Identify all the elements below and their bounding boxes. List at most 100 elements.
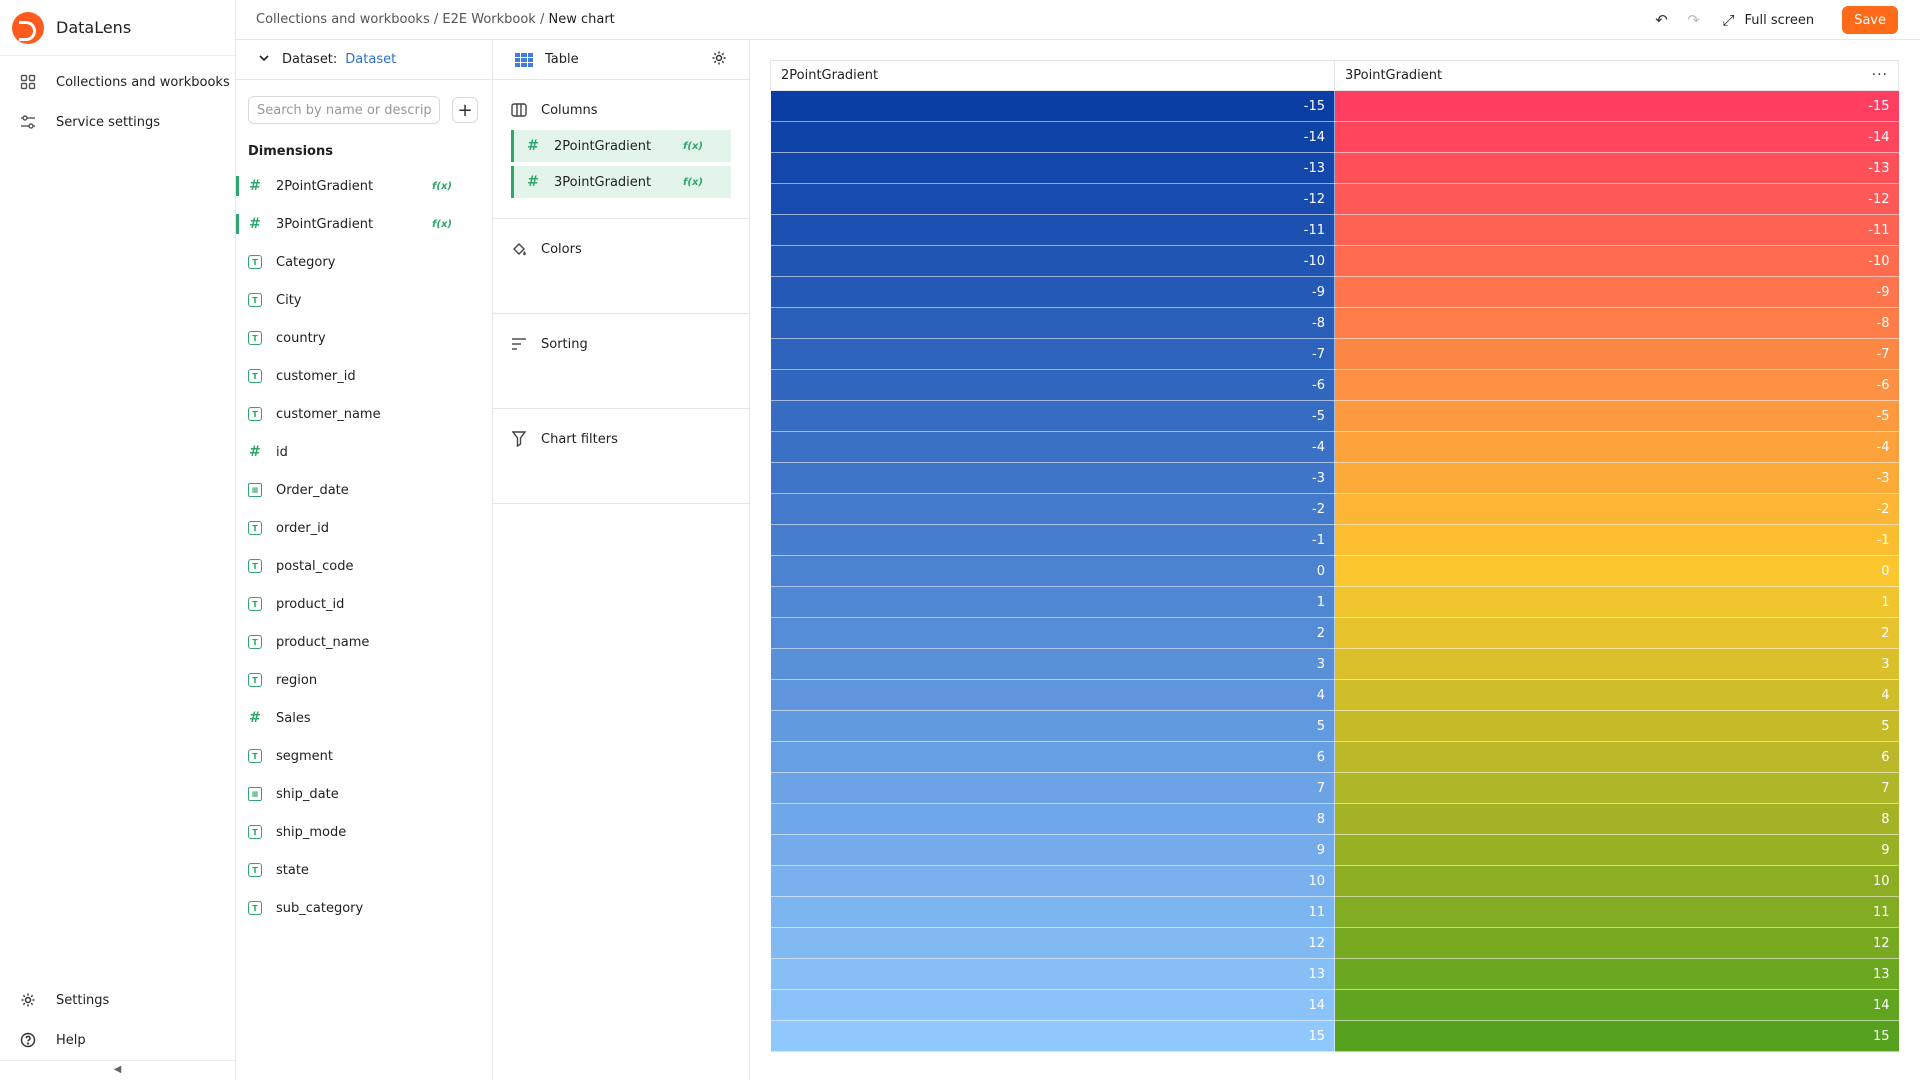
header-label: 2PointGradient	[781, 68, 879, 83]
dataset-selector[interactable]: Dataset: Dataset	[236, 40, 492, 80]
field-name: Order_date	[276, 482, 349, 498]
visualization-selector[interactable]: Table	[493, 40, 749, 80]
dataset-panel: Dataset: Dataset + Dimensions #2PointGra…	[236, 40, 493, 1080]
dataset-field-item[interactable]: Tcustomer_id	[236, 357, 492, 395]
more-options-icon[interactable]: ···	[1872, 67, 1888, 83]
dataset-field-item[interactable]: #3PointGradient f(x)	[236, 205, 492, 243]
string-type-icon: T	[248, 407, 262, 421]
gear-icon[interactable]	[711, 50, 727, 70]
table-cell-2pointgradient: 4	[770, 679, 1335, 711]
dataset-field-item[interactable]: T Category	[236, 243, 492, 281]
colors-section[interactable]: Colors	[493, 219, 749, 314]
dataset-field-item[interactable]: #2PointGradient f(x)	[236, 167, 492, 205]
table-row: 12 12	[770, 927, 1899, 959]
dataset-field-item[interactable]: Tregion	[236, 661, 492, 699]
field-name: product_id	[276, 596, 345, 612]
number-type-icon: #	[249, 444, 261, 460]
table-header-3pointgradient[interactable]: 3PointGradient ···	[1334, 60, 1899, 91]
dataset-field-item[interactable]: Tcountry	[236, 319, 492, 357]
table-header-2pointgradient[interactable]: 2PointGradient	[770, 60, 1335, 91]
table-row: 66	[770, 741, 1899, 773]
redo-icon[interactable]: ↷	[1682, 9, 1704, 31]
brand[interactable]: DataLens	[0, 0, 235, 56]
dataset-field-item[interactable]: Tship_mode	[236, 813, 492, 851]
table-cell-2pointgradient: -3	[770, 462, 1335, 494]
nav-item-service-settings[interactable]: Service settings	[0, 102, 235, 142]
table-cell-2pointgradient: -9	[770, 276, 1335, 308]
formula-icon: f(x)	[683, 176, 703, 188]
save-button[interactable]: Save	[1842, 6, 1898, 34]
table-cell-3pointgradient: 0	[1334, 555, 1899, 587]
chip-label: 3PointGradient	[554, 174, 652, 190]
table-row: 11 11	[770, 896, 1899, 928]
dataset-field-item[interactable]: ▦ Order_date	[236, 471, 492, 509]
table-row: -14 -14	[770, 121, 1899, 153]
dataset-field-item[interactable]: Tsegment	[236, 737, 492, 775]
table-cell-3pointgradient: 12	[1334, 927, 1899, 959]
table-row: 00	[770, 555, 1899, 587]
dataset-field-item[interactable]: Tproduct_id	[236, 585, 492, 623]
breadcrumb-item-collections[interactable]: Collections and workbooks	[256, 12, 430, 27]
table-row: 99	[770, 834, 1899, 866]
fullscreen-button[interactable]: ⤢ Full screen	[1722, 11, 1814, 29]
sorting-header: Sorting	[511, 330, 731, 358]
chip-label: 2PointGradient	[554, 138, 652, 154]
nav-item-label: Collections and workbooks	[56, 74, 230, 90]
nav-item-settings[interactable]: Settings	[0, 980, 235, 1020]
table-cell-2pointgradient: 15	[770, 1020, 1335, 1052]
breadcrumb: Collections and workbooks / E2E Workbook…	[256, 12, 615, 27]
dataset-field-item[interactable]: Tcustomer_name	[236, 395, 492, 433]
string-type-icon: T	[248, 255, 262, 269]
dataset-field-item[interactable]: Torder_id	[236, 509, 492, 547]
table-row: 55	[770, 710, 1899, 742]
formula-icon: f(x)	[683, 140, 703, 152]
string-type-icon: T	[248, 597, 262, 611]
table-cell-3pointgradient: -13	[1334, 152, 1899, 184]
breadcrumb-current: New chart	[548, 12, 615, 27]
chevron-down-icon	[258, 52, 270, 67]
column-chip-3pointgradient[interactable]: # 3PointGradient f(x)	[511, 166, 731, 198]
dataset-field-item[interactable]: ▦ ship_date	[236, 775, 492, 813]
visualization-label: Table	[545, 52, 579, 67]
dataset-field-item[interactable]: Tproduct_name	[236, 623, 492, 661]
dataset-field-item[interactable]: Tstate	[236, 851, 492, 889]
dataset-field-item[interactable]: # Sales	[236, 699, 492, 737]
chart-filters-section[interactable]: Chart filters	[493, 409, 749, 504]
string-type-icon: T	[248, 293, 262, 307]
dataset-label: Dataset:	[282, 52, 338, 67]
field-name: state	[276, 862, 309, 878]
undo-icon[interactable]: ↶	[1650, 9, 1672, 31]
table-cell-3pointgradient: -7	[1334, 338, 1899, 370]
table-cell-3pointgradient: -9	[1334, 276, 1899, 308]
nav-item-collections[interactable]: Collections and workbooks	[0, 62, 235, 102]
help-icon	[20, 1032, 36, 1048]
add-field-button[interactable]: +	[452, 97, 478, 123]
table-cell-2pointgradient: 6	[770, 741, 1335, 773]
dataset-field-item[interactable]: T City	[236, 281, 492, 319]
columns-title: Columns	[541, 102, 598, 118]
dataset-field-item[interactable]: Tsub_category	[236, 889, 492, 927]
columns-section: Columns # 2PointGradient f(x) # 3PointGr…	[493, 80, 749, 219]
column-chip-2pointgradient[interactable]: # 2PointGradient f(x)	[511, 130, 731, 162]
collapse-nav-button[interactable]: ◀	[0, 1060, 235, 1080]
dataset-field-item[interactable]: # id	[236, 433, 492, 471]
dimensions-title: Dimensions	[248, 144, 333, 159]
nav-item-help[interactable]: Help	[0, 1020, 235, 1060]
breadcrumb-item-workbook[interactable]: E2E Workbook	[442, 12, 535, 27]
expand-icon: ⤢	[1722, 11, 1735, 29]
table-row: -5 -5	[770, 400, 1899, 432]
field-name: segment	[276, 748, 334, 764]
sorting-section[interactable]: Sorting	[493, 314, 749, 409]
field-name: Category	[276, 254, 336, 270]
dataset-field-item[interactable]: Tpostal_code	[236, 547, 492, 585]
table-row: -1 -1	[770, 524, 1899, 556]
grid-icon	[20, 74, 36, 90]
table-icon	[515, 52, 533, 67]
table-cell-3pointgradient: 5	[1334, 710, 1899, 742]
table-cell-2pointgradient: 13	[770, 958, 1335, 990]
table-row: -10 -10	[770, 245, 1899, 277]
field-search-input[interactable]	[248, 96, 440, 124]
filter-icon	[511, 431, 527, 447]
table-cell-2pointgradient: -5	[770, 400, 1335, 432]
dataset-name-link[interactable]: Dataset	[345, 52, 396, 67]
